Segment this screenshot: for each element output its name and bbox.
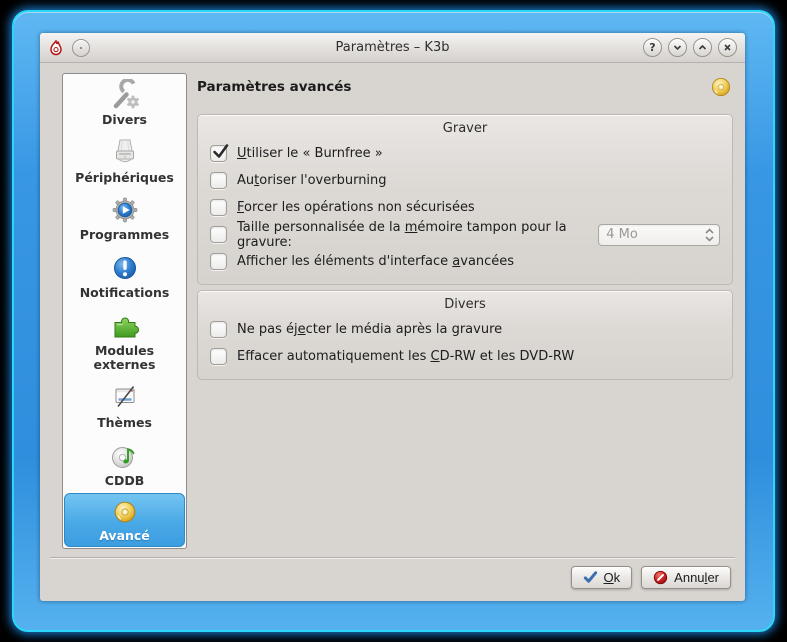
window-glow-frame: Paramètres – K3b ? (12, 10, 775, 632)
ok-button-label: Ok (604, 570, 621, 585)
checkbox[interactable] (210, 321, 227, 338)
checkbox[interactable] (210, 253, 227, 270)
checkbox[interactable] (210, 348, 227, 365)
checkbox-label: Taille personnalisée de la mémoire tampo… (237, 220, 598, 250)
page-title: Paramètres avancés (197, 79, 709, 95)
sidebar-item-divers[interactable]: Divers (63, 74, 186, 132)
page-header: Paramètres avancés (197, 74, 733, 100)
group-divers: Divers Ne pas éjecter le média après la … (197, 290, 733, 380)
minimize-button[interactable] (668, 38, 687, 57)
window-title: Paramètres – K3b (40, 40, 745, 55)
sidebar-item-label: Modules externes (65, 344, 184, 373)
checkbox-row-overburning[interactable]: Autoriser l'overburning (210, 167, 720, 194)
red-cancel-icon (653, 570, 668, 585)
sidebar-item-label: Avancé (99, 529, 150, 543)
checkbox-row-taille-tampon[interactable]: Taille personnalisée de la mémoire tampo… (210, 221, 720, 248)
blue-check-icon (583, 570, 598, 585)
checkbox[interactable] (210, 145, 227, 162)
dialog-body: Divers Périphériques (40, 64, 745, 601)
group-title: Divers (210, 294, 720, 316)
checkbox-row-ejecter[interactable]: Ne pas éjecter le média après la gravure (210, 316, 720, 343)
footer-buttons: Ok Annuler (571, 566, 731, 589)
chevron-up-icon (697, 42, 708, 53)
sidebar-item-avance[interactable]: Avancé (64, 493, 185, 547)
checkbox-row-effacer-rw[interactable]: Effacer automatiquement les CD-RW et les… (210, 343, 720, 370)
sidebar-item-label: CDDB (105, 474, 144, 488)
checkbox-label: Forcer les opérations non sécurisées (237, 200, 475, 215)
titlebar[interactable]: Paramètres – K3b ? (40, 33, 745, 63)
checkbox-label: Afficher les éléments d'interface avancé… (237, 254, 514, 269)
wrench-gear-icon (109, 79, 141, 111)
close-button[interactable] (718, 38, 737, 57)
maximize-button[interactable] (693, 38, 712, 57)
notification-icon (109, 252, 141, 284)
sidebar-item-label: Programmes (80, 228, 169, 242)
sidebar-item-label: Divers (102, 113, 147, 127)
gear-play-icon (109, 194, 141, 226)
checkbox-label: Utiliser le « Burnfree » (237, 146, 383, 161)
spinner-arrows-icon (704, 226, 715, 244)
checkbox[interactable] (210, 199, 227, 216)
checkbox-row-burnfree[interactable]: Utiliser le « Burnfree » (210, 140, 720, 167)
checkbox-row-forcer[interactable]: Forcer les opérations non sécurisées (210, 194, 720, 221)
window-menu-button[interactable] (72, 39, 90, 57)
cancel-button[interactable]: Annuler (641, 566, 731, 589)
group-graver: Graver Utiliser le « Burnfree » Autorise… (197, 114, 733, 285)
footer-separator (50, 557, 735, 558)
sidebar-item-label: Périphériques (75, 171, 174, 185)
puzzle-icon (109, 310, 141, 342)
cancel-button-label: Annuler (674, 570, 719, 585)
help-button[interactable]: ? (643, 38, 662, 57)
cd-music-icon (109, 440, 141, 472)
cd-drive-icon (109, 137, 141, 169)
sidebar-item-label: Notifications (80, 286, 170, 300)
close-icon (722, 42, 733, 53)
gold-cd-icon (709, 75, 733, 99)
checkbox-row-interface-avancee[interactable]: Afficher les éléments d'interface avancé… (210, 248, 720, 275)
theme-window-icon (109, 382, 141, 414)
sidebar-item-cddb[interactable]: CDDB (63, 435, 186, 493)
main-panel: Paramètres avancés Graver (197, 74, 733, 380)
checkbox[interactable] (210, 172, 227, 189)
sidebar-item-themes[interactable]: Thèmes (63, 377, 186, 435)
sidebar-item-programmes[interactable]: Programmes (63, 190, 186, 248)
checkbox-label: Autoriser l'overburning (237, 173, 387, 188)
sidebar-item-notifications[interactable]: Notifications (63, 247, 186, 305)
sidebar-item-label: Thèmes (97, 416, 152, 430)
k3b-flame-icon (48, 40, 64, 56)
chevron-down-icon (672, 42, 683, 53)
checkbox-label: Effacer automatiquement les CD-RW et les… (237, 349, 574, 364)
checkmark-icon (211, 142, 230, 161)
ok-button[interactable]: Ok (571, 566, 633, 589)
checkbox[interactable] (210, 226, 227, 243)
sidebar-item-peripheriques[interactable]: Périphériques (63, 132, 186, 190)
category-sidebar: Divers Périphériques (62, 73, 187, 549)
checkbox-label: Ne pas éjecter le média après la gravure (237, 322, 502, 337)
spinbox-value: 4 Mo (606, 227, 638, 242)
sidebar-item-modules-externes[interactable]: Modules externes (63, 305, 186, 377)
buffer-size-spinbox: 4 Mo (598, 224, 720, 246)
group-title: Graver (210, 118, 720, 140)
gold-cd-icon (110, 497, 140, 527)
settings-dialog: Paramètres – K3b ? (40, 33, 745, 601)
